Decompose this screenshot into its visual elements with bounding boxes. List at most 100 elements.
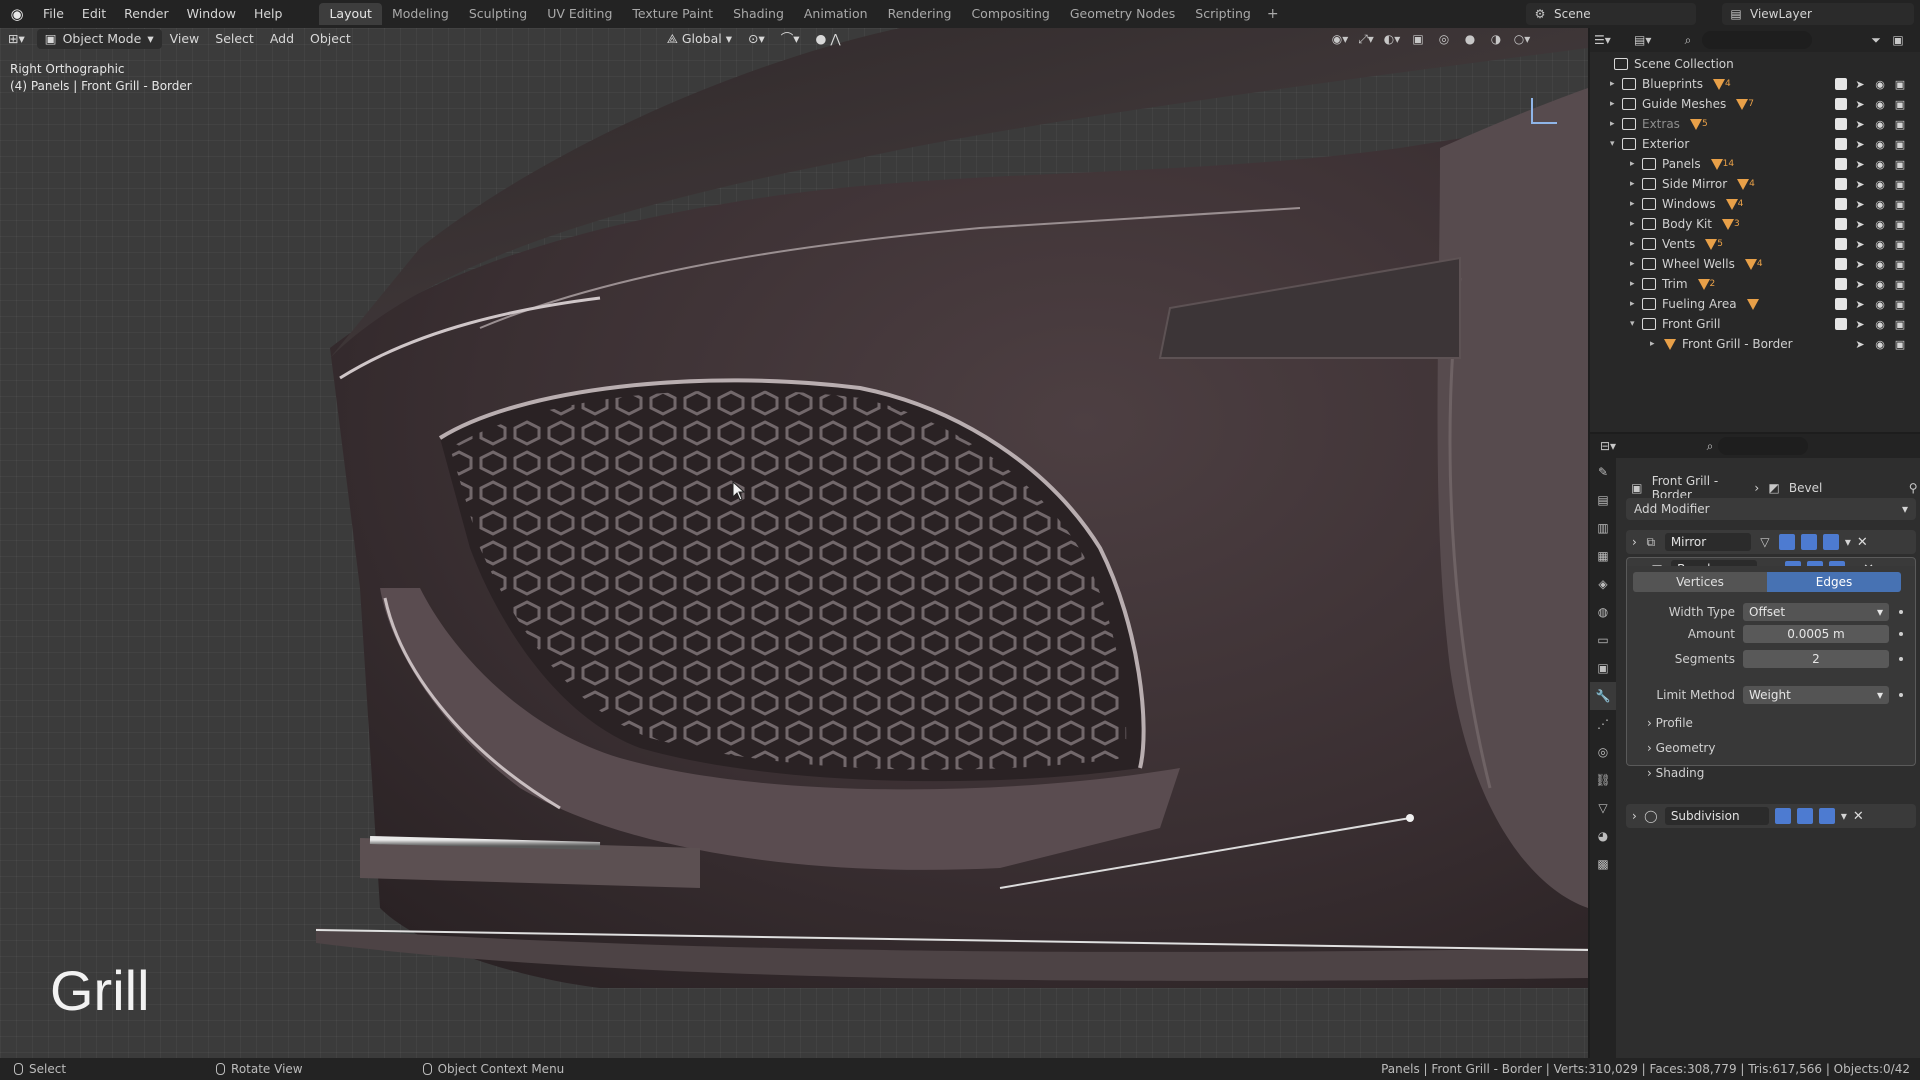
keyframe-dot-icon[interactable] <box>1899 632 1903 636</box>
exclude-checkbox[interactable] <box>1835 298 1847 310</box>
tree-row-windows[interactable]: ▸ Windows 4 ➤ ◉ ▣ <box>1590 194 1920 214</box>
edit-mode-toggle[interactable] <box>1774 808 1791 824</box>
tab-animation[interactable]: Animation <box>794 3 878 25</box>
expand-down-icon[interactable]: ▾ <box>1630 319 1642 329</box>
on-cage-icon[interactable]: ▽ <box>1757 534 1773 550</box>
eye-icon[interactable]: ◉ <box>1873 138 1887 151</box>
rendered-shading-icon[interactable]: ○▾ <box>1512 30 1532 48</box>
world-tab-icon[interactable]: ◍ <box>1590 598 1616 626</box>
expand-right-icon[interactable]: ▸ <box>1630 199 1642 209</box>
modifier-name-field[interactable]: Subdivision <box>1664 807 1769 825</box>
tree-row-extras[interactable]: ▸ Extras 5 ➤ ◉ ▣ <box>1590 114 1920 134</box>
render-toggle[interactable] <box>1822 534 1839 550</box>
tab-sculpting[interactable]: Sculpting <box>459 3 537 25</box>
exclude-checkbox[interactable] <box>1835 238 1847 250</box>
chevron-right-icon[interactable]: › <box>1632 809 1637 823</box>
eye-icon[interactable]: ◉ <box>1873 78 1887 91</box>
menu-edit[interactable]: Edit <box>73 3 115 25</box>
exclude-checkbox[interactable] <box>1835 138 1847 150</box>
eye-icon[interactable]: ◉ <box>1873 238 1887 251</box>
tree-row-front-grill[interactable]: ▾ Front Grill ➤ ◉ ▣ <box>1590 314 1920 334</box>
amount-field[interactable]: 0.0005 m <box>1743 625 1889 643</box>
menu-add[interactable]: Add <box>262 29 302 49</box>
wireframe-shading-icon[interactable]: ◎ <box>1434 30 1454 48</box>
eye-icon[interactable]: ◉ <box>1873 278 1887 291</box>
tab-rendering[interactable]: Rendering <box>878 3 962 25</box>
chevron-down-icon[interactable]: ▾ <box>1841 809 1847 823</box>
tree-row-vents[interactable]: ▸ Vents 5 ➤ ◉ ▣ <box>1590 234 1920 254</box>
tree-row-guide-meshes[interactable]: ▸ Guide Meshes 7 ➤ ◉ ▣ <box>1590 94 1920 114</box>
select-arrow-icon[interactable]: ➤ <box>1853 338 1867 351</box>
exclude-checkbox[interactable] <box>1835 98 1847 110</box>
menu-view[interactable]: View <box>162 29 208 49</box>
data-tab-icon[interactable]: ▽ <box>1590 794 1616 822</box>
select-arrow-icon[interactable]: ➤ <box>1853 258 1867 271</box>
close-icon[interactable]: ✕ <box>1857 535 1868 550</box>
chevron-down-icon[interactable]: ▾ <box>1845 535 1851 549</box>
exclude-checkbox[interactable] <box>1835 258 1847 270</box>
select-arrow-icon[interactable]: ➤ <box>1853 198 1867 211</box>
exclude-checkbox[interactable] <box>1835 178 1847 190</box>
camera-icon[interactable]: ▣ <box>1893 178 1907 191</box>
tool-tab-icon[interactable]: ✎ <box>1590 458 1616 486</box>
tab-geometry-nodes[interactable]: Geometry Nodes <box>1060 3 1185 25</box>
collection-tab-icon[interactable]: ▭ <box>1590 626 1616 654</box>
texture-tab-icon[interactable]: ▩ <box>1590 850 1616 878</box>
tree-row-body-kit[interactable]: ▸ Body Kit 3 ➤ ◉ ▣ <box>1590 214 1920 234</box>
select-arrow-icon[interactable]: ➤ <box>1853 178 1867 191</box>
affect-vertices-button[interactable]: Vertices <box>1633 572 1767 592</box>
menu-object[interactable]: Object <box>302 29 359 49</box>
chevron-right-icon[interactable]: › <box>1632 535 1637 549</box>
camera-icon[interactable]: ▣ <box>1893 318 1907 331</box>
xray-icon[interactable]: ▣ <box>1408 30 1428 48</box>
limit-method-select[interactable]: Weight ▾ <box>1743 686 1889 704</box>
camera-icon[interactable]: ▣ <box>1893 198 1907 211</box>
object-tab-icon[interactable]: ▣ <box>1590 654 1616 682</box>
expand-right-icon[interactable]: ▸ <box>1630 179 1642 189</box>
exclude-checkbox[interactable] <box>1835 78 1847 90</box>
camera-icon[interactable]: ▣ <box>1893 238 1907 251</box>
modifier-name-field[interactable]: Mirror <box>1664 533 1751 551</box>
menu-select[interactable]: Select <box>207 29 262 49</box>
view-layer-name[interactable]: ViewLayer <box>1750 7 1812 21</box>
expand-right-icon[interactable]: ▸ <box>1610 119 1622 129</box>
menu-render[interactable]: Render <box>115 3 178 25</box>
select-arrow-icon[interactable]: ➤ <box>1853 318 1867 331</box>
menu-help[interactable]: Help <box>245 3 292 25</box>
eye-icon[interactable]: ◉ <box>1873 118 1887 131</box>
width-type-select[interactable]: Offset ▾ <box>1743 603 1889 621</box>
view-layer-selector[interactable]: ▤ ViewLayer <box>1722 3 1914 25</box>
output-tab-icon[interactable]: ▥ <box>1590 514 1616 542</box>
exclude-checkbox[interactable] <box>1835 278 1847 290</box>
editor-type-button[interactable]: ⊞▾ <box>0 29 33 49</box>
keyframe-dot-icon[interactable] <box>1899 693 1903 697</box>
camera-icon[interactable]: ▣ <box>1893 98 1907 111</box>
segments-field[interactable]: 2 <box>1743 650 1889 668</box>
eye-icon[interactable]: ◉ <box>1873 298 1887 311</box>
scene-selector[interactable]: ⚙ Scene <box>1526 3 1696 25</box>
exclude-checkbox[interactable] <box>1835 198 1847 210</box>
tree-row-blueprints[interactable]: ▸ Blueprints 4 ➤ ◉ ▣ <box>1590 74 1920 94</box>
camera-icon[interactable]: ▣ <box>1893 158 1907 171</box>
tab-scripting[interactable]: Scripting <box>1185 3 1261 25</box>
tab-texture-paint[interactable]: Texture Paint <box>622 3 723 25</box>
physics-tab-icon[interactable]: ◎ <box>1590 738 1616 766</box>
proportional-edit-icon[interactable]: ● ⋀ <box>808 29 849 49</box>
tab-modeling[interactable]: Modeling <box>382 3 459 25</box>
select-arrow-icon[interactable]: ➤ <box>1853 118 1867 131</box>
scene-name[interactable]: Scene <box>1554 7 1591 21</box>
keyframe-dot-icon[interactable] <box>1899 657 1903 661</box>
eye-icon[interactable]: ◉ <box>1873 98 1887 111</box>
expand-right-icon[interactable]: ▸ <box>1630 219 1642 229</box>
tree-row-front-grill-border[interactable]: ▸ Front Grill - Border ➤ ◉ ▣ <box>1590 334 1920 354</box>
select-arrow-icon[interactable]: ➤ <box>1853 138 1867 151</box>
camera-icon[interactable]: ▣ <box>1893 338 1907 351</box>
viewport-toggle[interactable] <box>1800 534 1817 550</box>
select-arrow-icon[interactable]: ➤ <box>1853 78 1867 91</box>
tree-row-trim[interactable]: ▸ Trim 2 ➤ ◉ ▣ <box>1590 274 1920 294</box>
exclude-checkbox[interactable] <box>1835 158 1847 170</box>
expand-right-icon[interactable]: ▸ <box>1610 79 1622 89</box>
modifier-tab-icon[interactable]: 🔧 <box>1590 682 1616 710</box>
camera-icon[interactable]: ▣ <box>1893 78 1907 91</box>
modifier-mirror[interactable]: › ⧉ Mirror ▽ ▾ ✕ <box>1626 530 1916 554</box>
